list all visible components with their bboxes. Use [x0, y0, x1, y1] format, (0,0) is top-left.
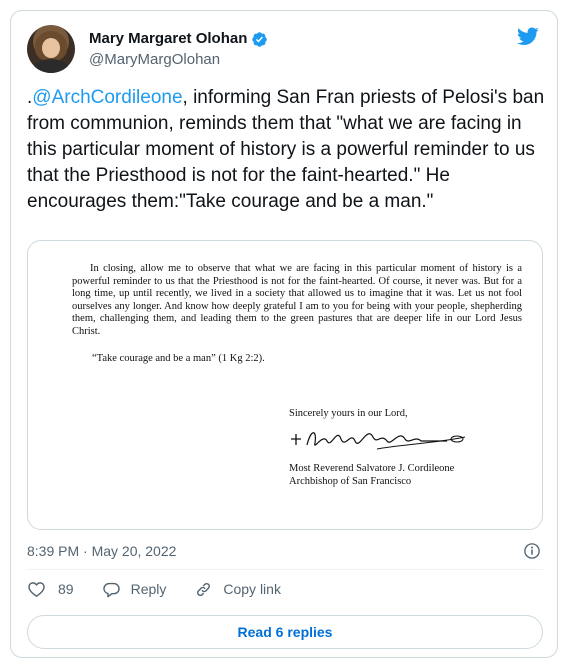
verified-badge-icon: [252, 31, 268, 47]
reply-icon: [102, 582, 120, 597]
copy-link-button[interactable]: Copy link: [194, 580, 281, 599]
author-handle[interactable]: @MaryMargOlohan: [89, 50, 268, 70]
divider: [27, 569, 543, 570]
author-display-name[interactable]: Mary Margaret Olohan: [89, 29, 268, 49]
like-count: 89: [58, 581, 74, 597]
signer-title: Archbishop of San Francisco: [289, 475, 412, 487]
letter-signer: Most Reverend Salvatore J. Cordileone Ar…: [289, 463, 454, 488]
tweet-text: .@ArchCordileone, informing San Fran pri…: [27, 85, 547, 215]
avatar[interactable]: [27, 25, 75, 73]
tweet-actions: 89 Reply Copy link: [27, 577, 309, 601]
letter-quote: “Take courage and be a man” (1 Kg 2:2).: [92, 352, 265, 364]
tweet-header: Mary Margaret Olohan @MaryMargOlohan: [27, 25, 543, 77]
link-icon: [197, 582, 211, 596]
tweet-meta: 8:39 PM · May 20, 2022: [27, 541, 543, 561]
info-icon[interactable]: [523, 542, 541, 560]
like-button[interactable]: 89: [27, 580, 74, 599]
mention-link[interactable]: @ArchCordileone: [32, 87, 182, 108]
handwritten-signature: [291, 432, 466, 450]
read-replies-button[interactable]: Read 6 replies: [27, 615, 543, 649]
tweet-media-image[interactable]: In closing, allow me to observe that wha…: [27, 240, 543, 530]
letter-closing: Sincerely yours in our Lord,: [289, 408, 408, 419]
author-info: Mary Margaret Olohan @MaryMargOlohan: [89, 29, 268, 70]
signer-name: Most Reverend Salvatore J. Cordileone: [289, 463, 455, 474]
display-name-text[interactable]: Mary Margaret Olohan: [89, 29, 247, 49]
reply-label: Reply: [130, 581, 167, 597]
tweet-timestamp[interactable]: 8:39 PM · May 20, 2022: [27, 541, 176, 561]
letter-document: In closing, allow me to observe that wha…: [72, 263, 522, 487]
heart-icon: [28, 581, 45, 597]
copy-link-label: Copy link: [223, 581, 281, 597]
letter-body: In closing, allow me to observe that wha…: [72, 263, 522, 337]
reply-button[interactable]: Reply: [102, 580, 167, 599]
tweet-card: Mary Margaret Olohan @MaryMargOlohan .@A…: [10, 10, 558, 658]
twitter-bird-icon[interactable]: [515, 25, 541, 47]
